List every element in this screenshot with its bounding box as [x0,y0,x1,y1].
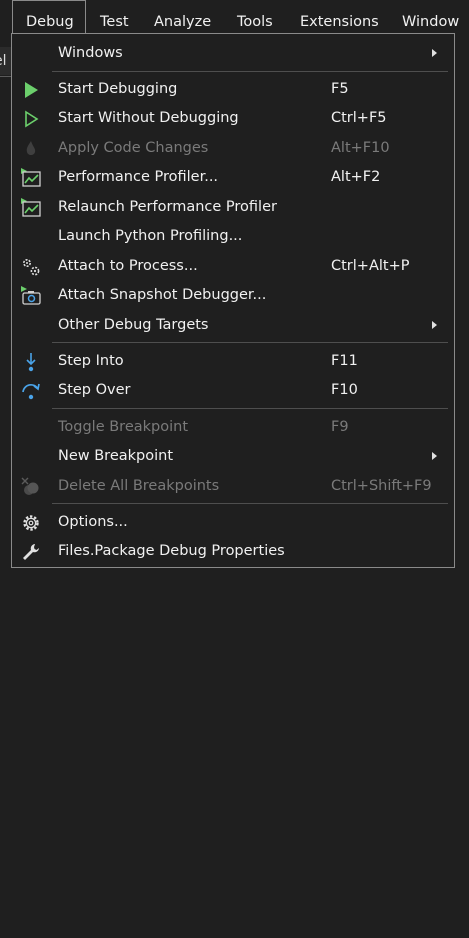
menu-item-label: Launch Python Profiling... [58,228,243,244]
play-outline-icon [20,108,42,130]
debug-menu-dropdown: Windows Start Debugging F5 Start Without… [11,33,455,568]
menu-item-shortcut: Ctrl+F5 [331,110,387,126]
menu-item-label: Apply Code Changes [58,140,209,156]
submenu-arrow-icon [432,452,437,460]
menu-bar: Debug Test Analyze Tools Extensions Wind… [0,0,469,34]
menu-item-label: Attach Snapshot Debugger... [58,287,267,303]
camera-play-icon [20,285,42,307]
wrench-icon [20,541,42,563]
menu-item-label: Other Debug Targets [58,317,209,333]
delete-breakpoints-icon [20,476,42,498]
menu-item-shortcut: Alt+F10 [331,140,390,156]
menu-item-attach-snapshot-debugger[interactable]: Attach Snapshot Debugger... [12,281,454,310]
menu-item-label: Delete All Breakpoints [58,478,220,494]
menu-item-label: Start Without Debugging [58,110,239,126]
menu-item-new-breakpoint[interactable]: New Breakpoint [12,442,454,471]
menu-separator [52,71,448,72]
menu-test[interactable]: Test [100,0,129,34]
step-over-icon [20,380,42,402]
menu-separator [52,503,448,504]
relaunch-profiler-icon [20,197,42,219]
menu-item-apply-code-changes: Apply Code Changes Alt+F10 [12,134,454,163]
menu-item-step-into[interactable]: Step Into F11 [12,347,454,376]
menu-item-launch-python-profiling[interactable]: Launch Python Profiling... [12,222,454,251]
performance-profiler-icon [20,167,42,189]
menu-item-label: Performance Profiler... [58,169,219,185]
flame-icon [20,138,42,160]
menu-item-start-debugging[interactable]: Start Debugging F5 [12,75,454,104]
menu-item-label: Options... [58,514,128,530]
menu-item-label: Step Into [58,353,124,369]
menu-item-toggle-breakpoint: Toggle Breakpoint F9 [12,413,454,442]
menu-item-label: New Breakpoint [58,448,174,464]
gears-icon [20,256,42,278]
menu-tools[interactable]: Tools [237,0,273,34]
menu-item-shortcut: Ctrl+Shift+F9 [331,478,432,494]
menu-item-performance-profiler[interactable]: Performance Profiler... Alt+F2 [12,163,454,192]
menu-item-label: Files.Package Debug Properties [58,543,285,559]
step-into-icon [20,351,42,373]
menu-item-shortcut: Alt+F2 [331,169,381,185]
divider [0,76,11,77]
menu-item-relaunch-performance-profiler[interactable]: Relaunch Performance Profiler [12,193,454,222]
menu-item-label: Attach to Process... [58,258,198,274]
menu-item-shortcut: F10 [331,382,358,398]
background-tab-fragment: el [0,47,11,75]
menu-separator [52,342,448,343]
menu-window[interactable]: Window [402,0,459,34]
menu-item-package-debug-properties[interactable]: Files.Package Debug Properties [12,537,454,566]
menu-item-label: Toggle Breakpoint [58,419,189,435]
menu-item-label: Relaunch Performance Profiler [58,199,277,215]
menu-item-delete-all-breakpoints: Delete All Breakpoints Ctrl+Shift+F9 [12,472,454,501]
menu-debug[interactable]: Debug [12,0,86,34]
menu-item-other-debug-targets[interactable]: Other Debug Targets [12,311,454,340]
menu-item-shortcut: F5 [331,81,349,97]
menu-item-options[interactable]: Options... [12,508,454,537]
gear-icon [20,512,42,534]
menu-item-shortcut: F9 [331,419,349,435]
menu-extensions[interactable]: Extensions [300,0,379,34]
menu-item-label: Step Over [58,382,131,398]
menu-item-label: Start Debugging [58,81,178,97]
menu-item-shortcut: F11 [331,353,358,369]
menu-analyze[interactable]: Analyze [154,0,211,34]
menu-item-shortcut: Ctrl+Alt+P [331,258,410,274]
menu-item-step-over[interactable]: Step Over F10 [12,376,454,405]
menu-item-start-without-debugging[interactable]: Start Without Debugging Ctrl+F5 [12,104,454,133]
menu-item-attach-to-process[interactable]: Attach to Process... Ctrl+Alt+P [12,252,454,281]
menu-separator [52,408,448,409]
submenu-arrow-icon [432,321,437,329]
menu-item-windows[interactable]: Windows [12,39,454,68]
play-filled-icon [20,79,42,101]
submenu-arrow-icon [432,49,437,57]
menu-item-label: Windows [58,45,123,61]
